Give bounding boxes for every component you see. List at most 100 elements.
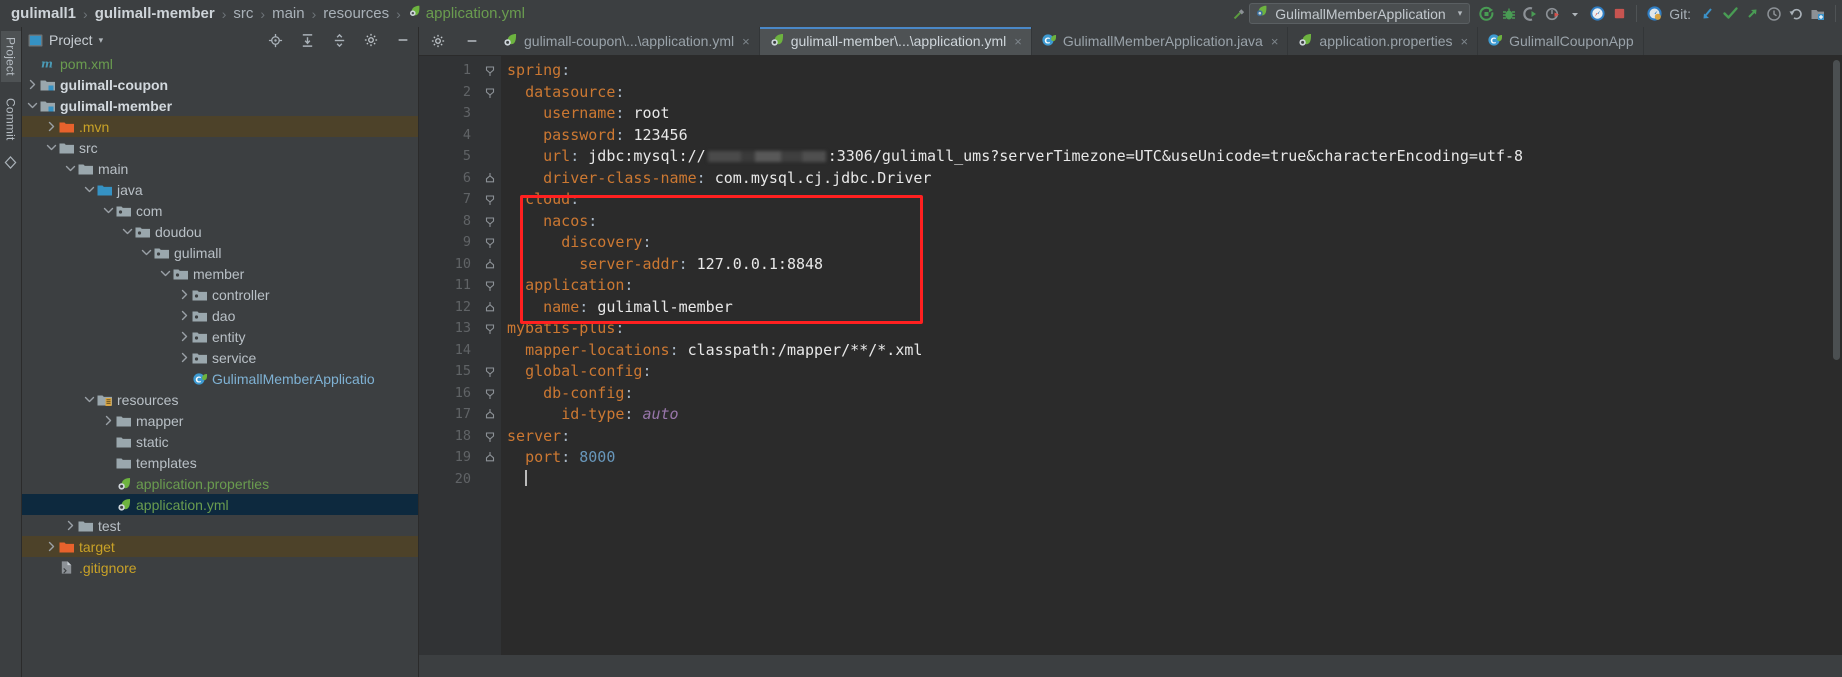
editor-scrollbar[interactable] <box>1833 60 1840 360</box>
code-line[interactable]: spring: <box>501 60 1842 82</box>
locate-icon[interactable] <box>264 29 286 51</box>
code-line[interactable]: db-config: <box>501 383 1842 405</box>
close-icon[interactable]: × <box>742 34 750 49</box>
code-line[interactable]: discovery: <box>501 232 1842 254</box>
fold-toggle-icon[interactable] <box>479 383 501 405</box>
chevron-right-icon[interactable] <box>178 310 191 321</box>
chevron-right-icon[interactable] <box>178 289 191 300</box>
code-line[interactable]: server-addr: 127.0.0.1:8848 <box>501 254 1842 276</box>
chevron-right-icon[interactable] <box>178 331 191 342</box>
branch-icon[interactable] <box>1807 3 1829 25</box>
structure-icon[interactable] <box>3 154 19 170</box>
tree-node-doudou[interactable]: doudou <box>22 221 418 242</box>
commit-icon[interactable] <box>1719 3 1741 25</box>
breadcrumb-item-resources[interactable]: resources <box>320 0 392 27</box>
settings-gear-icon[interactable] <box>427 30 449 52</box>
code-line[interactable]: url: jdbc:mysql://:3306/gulimall_ums?ser… <box>501 146 1842 168</box>
chevron-down-icon[interactable] <box>64 164 77 173</box>
tree-node-src[interactable]: src <box>22 137 418 158</box>
fold-toggle-icon[interactable] <box>479 447 501 469</box>
fold-toggle-icon[interactable] <box>479 297 501 319</box>
chevron-down-icon[interactable] <box>159 269 172 278</box>
fold-toggle-icon[interactable] <box>479 232 501 254</box>
chevron-down-icon[interactable] <box>26 101 39 110</box>
stop-icon[interactable] <box>1608 3 1630 25</box>
chevron-right-icon[interactable] <box>45 541 58 552</box>
debug-icon[interactable] <box>1498 3 1520 25</box>
code-line[interactable]: cloud: <box>501 189 1842 211</box>
tree-node-test[interactable]: test <box>22 515 418 536</box>
update-project-icon[interactable] <box>1697 3 1719 25</box>
fold-toggle-icon[interactable] <box>479 168 501 190</box>
chevron-down-icon[interactable] <box>45 143 58 152</box>
profiler-dropdown-icon[interactable] <box>1564 3 1586 25</box>
tree-node-gulimall-member[interactable]: gulimall-member <box>22 95 418 116</box>
fold-toggle-icon[interactable] <box>479 361 501 383</box>
tree-node-com[interactable]: com <box>22 200 418 221</box>
chevron-down-icon[interactable] <box>140 248 153 257</box>
tree-node-templates[interactable]: templates <box>22 452 418 473</box>
chevron-right-icon[interactable] <box>45 121 58 132</box>
collapse-all-icon[interactable] <box>328 29 350 51</box>
breadcrumb-item-gulimall-member[interactable]: gulimall-member <box>92 0 218 27</box>
run-configuration-selector[interactable]: GulimallMemberApplication ▾ <box>1249 3 1471 24</box>
run-with-coverage-icon[interactable] <box>1520 3 1542 25</box>
tree-node-gulimallmemberapplicatio[interactable]: C GulimallMemberApplicatio <box>22 368 418 389</box>
editor-tab-gulimall-coupon-application-yml[interactable]: gulimall-coupon\...\application.yml × <box>493 27 760 55</box>
project-tree[interactable]: m pom.xml gulimall-coupon gulimall-member .m… <box>22 53 418 677</box>
chevron-down-icon[interactable] <box>83 395 96 404</box>
breadcrumb-item-gulimall1[interactable]: gulimall1 <box>8 0 79 27</box>
code-line[interactable]: server: <box>501 426 1842 448</box>
code-line[interactable]: datasource: <box>501 82 1842 104</box>
chevron-down-icon[interactable]: ▾ <box>99 35 104 46</box>
tree-node--mvn[interactable]: .mvn <box>22 116 418 137</box>
fold-toggle-icon[interactable] <box>479 254 501 276</box>
tree-node-target[interactable]: target <box>22 536 418 557</box>
tree-node-member[interactable]: member <box>22 263 418 284</box>
fold-toggle-icon[interactable] <box>479 211 501 233</box>
profiler-icon[interactable] <box>1542 3 1564 25</box>
chevron-right-icon[interactable] <box>178 352 191 363</box>
tree-node-gulimall[interactable]: gulimall <box>22 242 418 263</box>
settings-gear-icon[interactable] <box>360 29 382 51</box>
rollback-icon[interactable] <box>1785 3 1807 25</box>
hide-icon[interactable] <box>392 29 414 51</box>
code-editor[interactable]: 1 2 3 4 5 6 7 8 9 10 11 12 13 14 15 16 17 18 19 20 spring: … <box>419 56 1842 655</box>
run-icon[interactable] <box>1476 3 1498 25</box>
code-line[interactable]: global-config: <box>501 361 1842 383</box>
fold-toggle-icon[interactable] <box>479 60 501 82</box>
tree-node-gulimall-coupon[interactable]: gulimall-coupon <box>22 74 418 95</box>
code-line[interactable]: driver-class-name: com.mysql.cj.jdbc.Dri… <box>501 168 1842 190</box>
fold-toggle-icon[interactable] <box>479 318 501 340</box>
chevron-right-icon[interactable] <box>26 79 39 90</box>
code-line[interactable]: port: 8000 <box>501 447 1842 469</box>
code-line[interactable]: username: root <box>501 103 1842 125</box>
tree-node-application-properties[interactable]: application.properties <box>22 473 418 494</box>
fold-toggle-icon[interactable] <box>479 426 501 448</box>
close-icon[interactable]: × <box>1014 34 1022 49</box>
tree-node-mapper[interactable]: mapper <box>22 410 418 431</box>
breadcrumb-item-application-yml[interactable]: application.yml <box>405 0 528 27</box>
push-icon[interactable] <box>1741 3 1763 25</box>
code-line[interactable]: application: <box>501 275 1842 297</box>
chevron-down-icon[interactable] <box>102 206 115 215</box>
code-line[interactable]: mapper-locations: classpath:/mapper/**/*… <box>501 340 1842 362</box>
fold-toggle-icon[interactable] <box>479 189 501 211</box>
hide-minimize-icon[interactable] <box>461 30 483 52</box>
editor-tab-gulimall-member-application-yml[interactable]: gulimall-member\...\application.yml × <box>759 27 1032 55</box>
editor-tab-application-properties[interactable]: application.properties × <box>1288 27 1479 55</box>
code-line[interactable]: mybatis-plus: <box>501 318 1842 340</box>
tree-node--gitignore[interactable]: .gitignore <box>22 557 418 578</box>
history-icon[interactable] <box>1763 3 1785 25</box>
code-content[interactable]: spring: datasource: username: root passw… <box>501 56 1842 655</box>
tree-node-java[interactable]: java <box>22 179 418 200</box>
breadcrumb-item-src[interactable]: src <box>230 0 256 27</box>
code-line[interactable] <box>501 469 1842 491</box>
code-line[interactable]: name: gulimall-member <box>501 297 1842 319</box>
tree-node-pom-xml[interactable]: m pom.xml <box>22 53 418 74</box>
search-everywhere-icon[interactable] <box>1586 3 1608 25</box>
chevron-right-icon[interactable] <box>102 415 115 426</box>
tree-node-entity[interactable]: entity <box>22 326 418 347</box>
chevron-down-icon[interactable] <box>121 227 134 236</box>
editor-tab-gulimallcouponapp[interactable]: C GulimallCouponApp <box>1478 27 1644 55</box>
